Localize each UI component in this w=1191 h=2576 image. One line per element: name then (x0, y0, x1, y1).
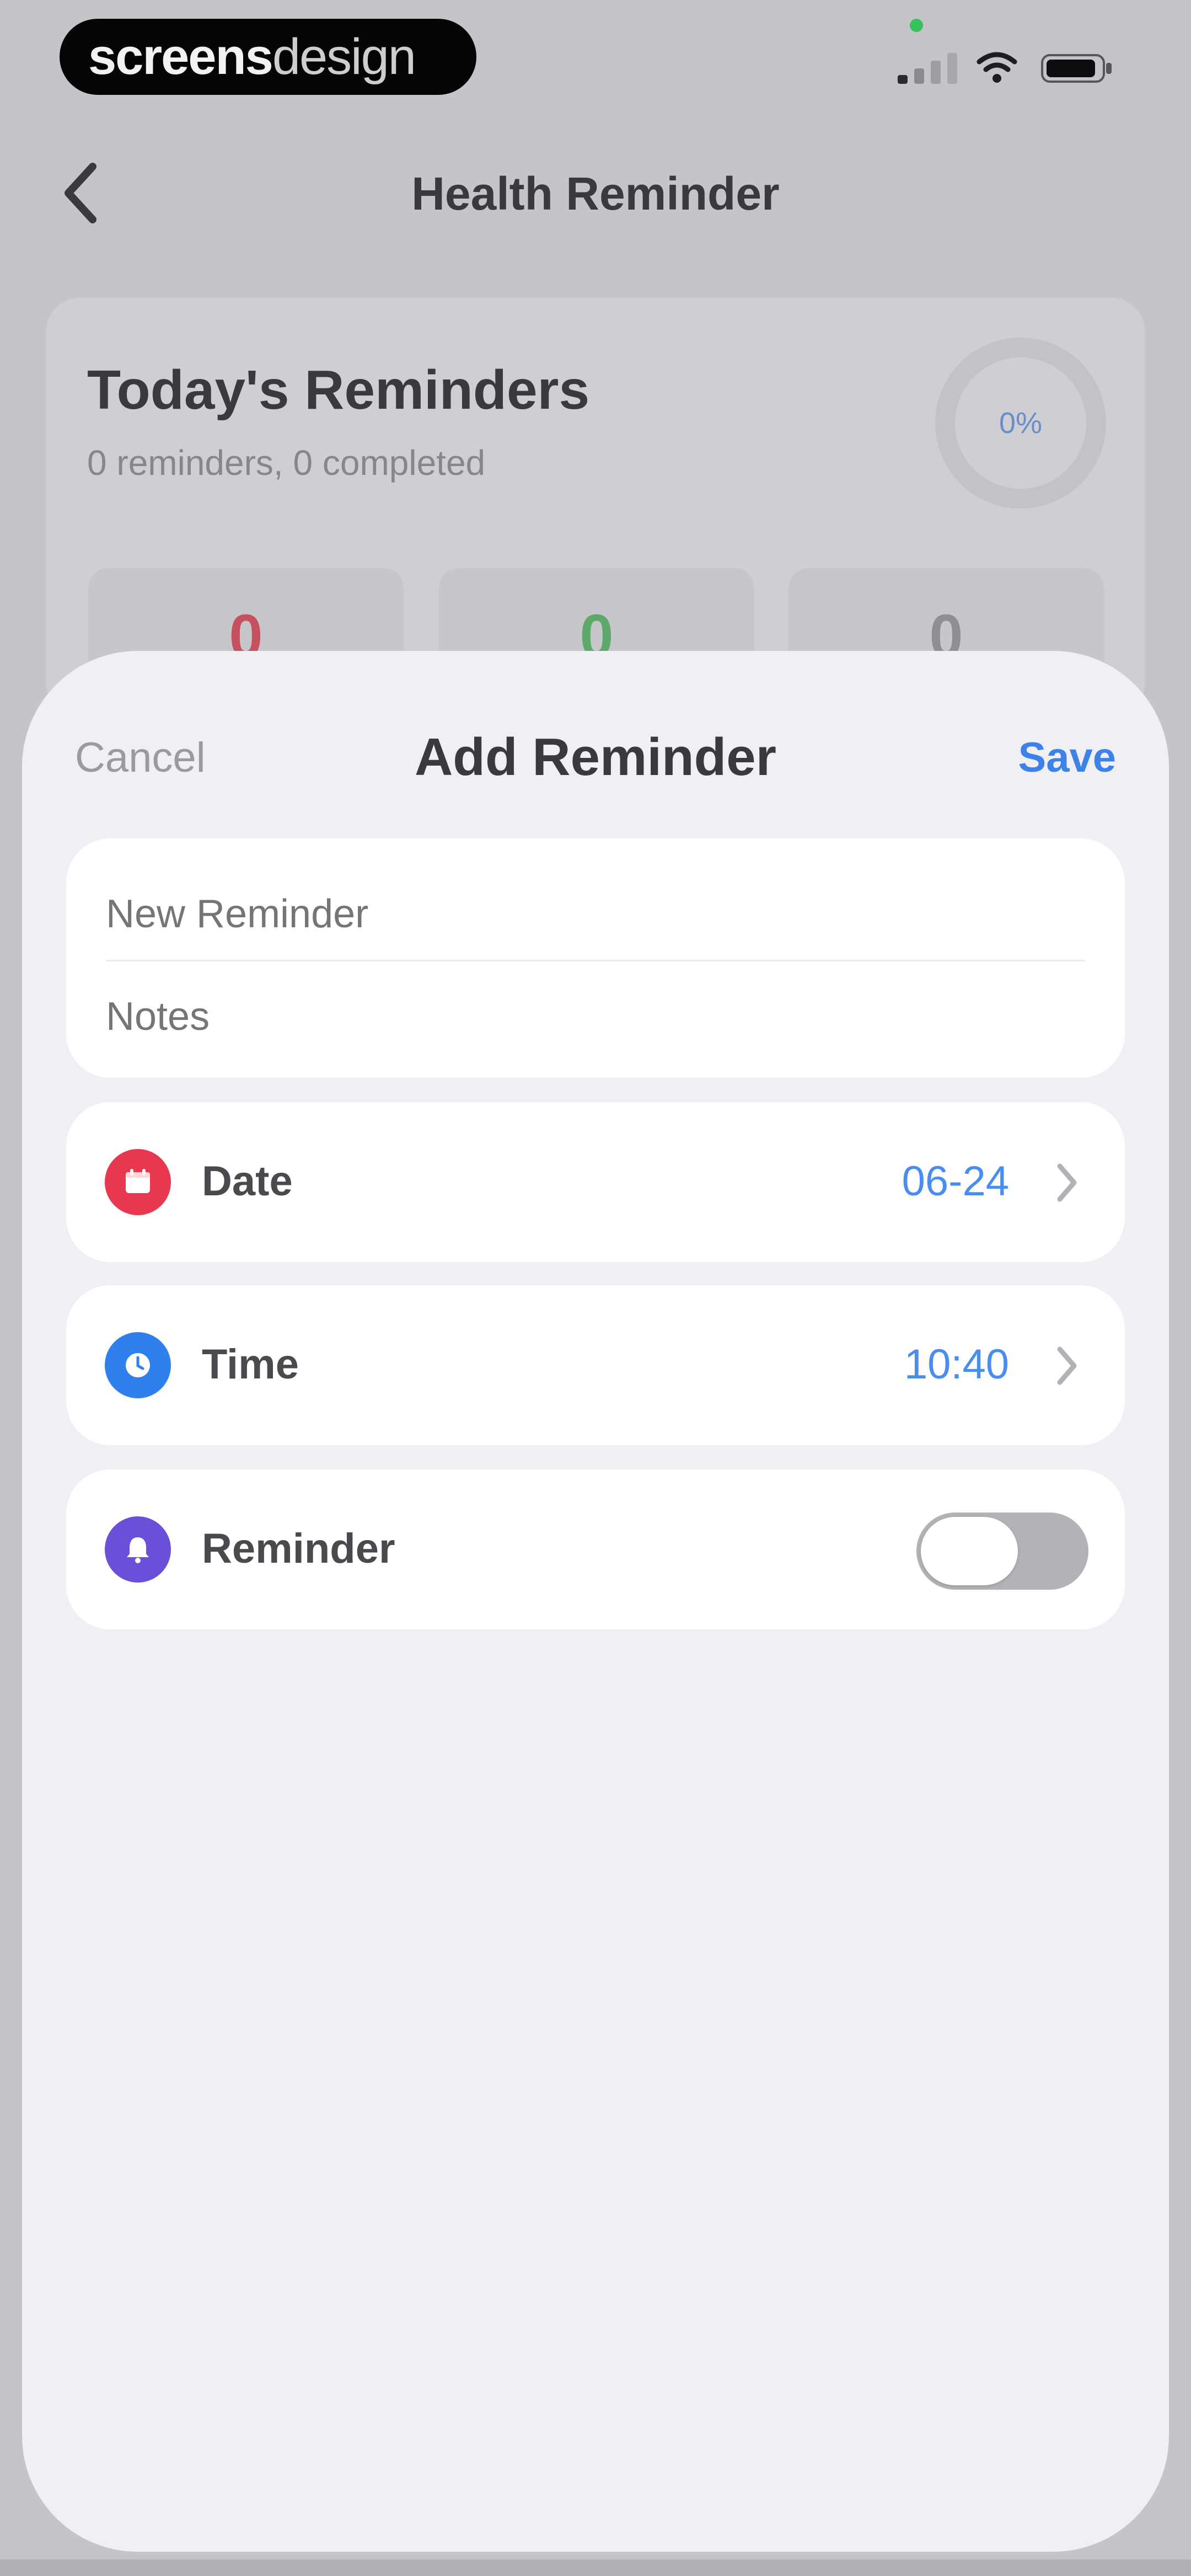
date-label: Date (202, 1158, 293, 1205)
cellular-signal-icon (898, 53, 957, 84)
calendar-icon (105, 1149, 171, 1215)
wifi-icon (977, 52, 1017, 83)
reminder-label: Reminder (202, 1525, 395, 1572)
reminder-notes-input[interactable] (106, 986, 1085, 1047)
brand-badge: screens design (60, 19, 476, 95)
brand-text-bold: screens (88, 28, 273, 85)
time-row[interactable]: Time 10:40 (66, 1285, 1125, 1445)
time-value: 10:40 (904, 1341, 1009, 1388)
progress-ring: 0% (935, 338, 1106, 509)
toggle-knob (921, 1517, 1018, 1585)
chevron-right-icon (1057, 1346, 1077, 1385)
reminder-toggle[interactable] (916, 1513, 1088, 1590)
reminder-toggle-row: Reminder (66, 1469, 1125, 1629)
add-reminder-sheet: Cancel Add Reminder Save Date 06-24 (22, 651, 1169, 2552)
divider (106, 960, 1085, 961)
reminder-title-input[interactable] (106, 884, 1085, 944)
brand-text-thin: design (272, 28, 416, 85)
battery-icon (1041, 54, 1112, 83)
time-label: Time (202, 1341, 299, 1388)
summary-subtitle: 0 reminders, 0 completed (87, 443, 486, 483)
bottom-edge (0, 2559, 1191, 2576)
page-title: Health Reminder (411, 168, 780, 220)
reminder-text-group (66, 838, 1125, 1078)
progress-label: 0% (999, 407, 1043, 440)
date-value: 06-24 (902, 1158, 1009, 1205)
save-button[interactable]: Save (1018, 734, 1117, 782)
chevron-right-icon (1057, 1163, 1077, 1202)
bell-icon (105, 1516, 171, 1583)
privacy-indicator-dot (910, 19, 923, 32)
clock-icon (105, 1332, 171, 1398)
sheet-title: Add Reminder (414, 728, 777, 787)
summary-title: Today's Reminders (87, 359, 590, 421)
date-row[interactable]: Date 06-24 (66, 1102, 1125, 1262)
